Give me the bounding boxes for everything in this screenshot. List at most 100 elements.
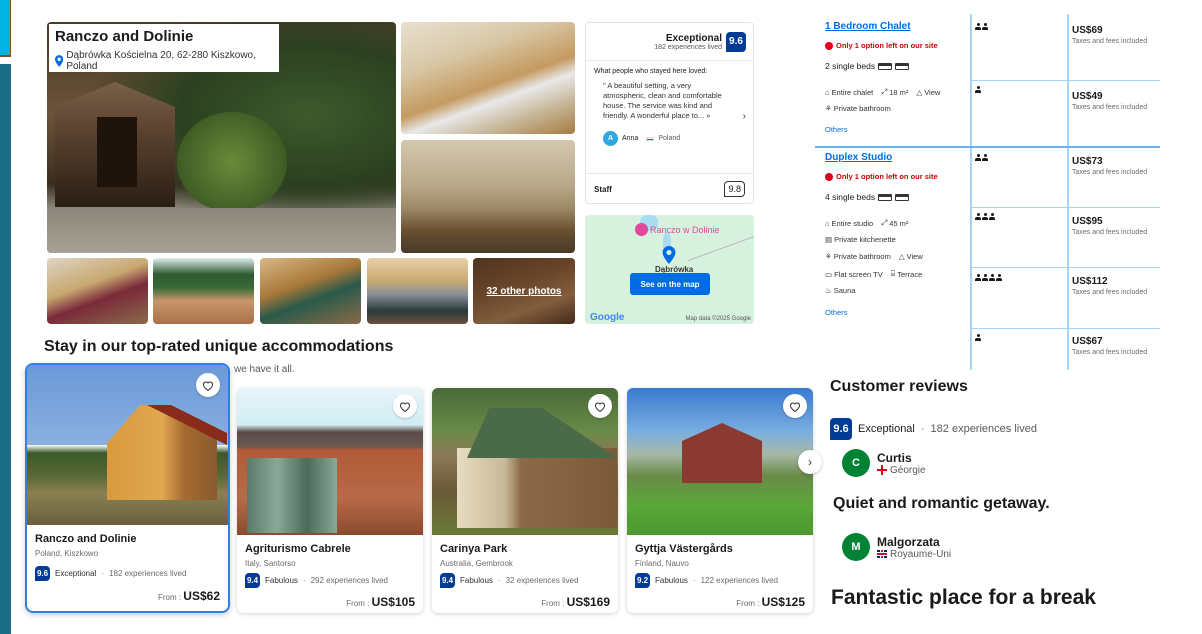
bed-icon: [878, 193, 893, 201]
card-name: Carinya Park: [440, 543, 508, 555]
card-experiences: 32 experiences lived: [505, 576, 579, 585]
person-icon: [975, 213, 981, 220]
map-hotel-label: Ranczo w Dolinie: [650, 224, 720, 235]
sidebar-panel: [0, 64, 11, 634]
room-name-link[interactable]: Duplex Studio: [825, 152, 892, 163]
avatar: M: [842, 533, 870, 561]
card-location: Poland, Kiszkowo: [35, 549, 99, 558]
table-divider: [1067, 14, 1069, 370]
card-experiences: 292 experiences lived: [310, 576, 388, 585]
room-price: US$69: [1072, 25, 1103, 36]
facility: △ View: [898, 252, 923, 261]
avatar: C: [842, 449, 870, 477]
thumbnail-photo[interactable]: 32 other photos: [473, 258, 575, 324]
review-score-header[interactable]: Exceptional 182 experiences lived 9.6: [586, 23, 753, 61]
photo-bedroom[interactable]: [401, 22, 575, 134]
kitchen-icon: ▤: [825, 235, 833, 244]
accommodation-card[interactable]: Carinya Park Australia, Gembrook 9.4 Fab…: [432, 388, 618, 613]
card-location: Australia, Gembrook: [440, 559, 513, 568]
thumbnail-photo[interactable]: [47, 258, 148, 324]
card-rating: 9.6 Exceptional · 182 experiences lived: [35, 566, 186, 581]
card-score: 9.4: [245, 573, 260, 588]
person-icon: [996, 274, 1002, 281]
heart-icon[interactable]: [196, 373, 220, 397]
room-price: US$73: [1072, 156, 1103, 167]
accommodation-card[interactable]: Gyttja Västergårds Finland, Nauvo 9.2 Fa…: [627, 388, 813, 613]
thumbnail-photo[interactable]: [260, 258, 361, 324]
facility: ▭ Flat screen TV: [825, 269, 883, 279]
location-pin-icon: [55, 55, 64, 67]
thumbnail-strip: 32 other photos: [47, 258, 575, 324]
card-rating-word: Exceptional: [55, 569, 97, 578]
shower-icon: ⚘: [825, 252, 832, 261]
facility: ⚘ Private bathroom: [825, 104, 891, 113]
card-price: From : US$62: [157, 589, 220, 603]
person-icon: [989, 274, 995, 281]
card-name: Gyttja Västergårds: [635, 543, 733, 555]
card-rating: 9.4 Fabulous · 32 experiences lived: [440, 573, 579, 588]
rating-word: Exceptional: [858, 423, 915, 435]
card-rating-word: Fabulous: [460, 576, 493, 585]
map-attribution: Map data ©2025 Google: [685, 316, 751, 322]
facility-row: ⚘ Private bathroom △ View: [825, 252, 923, 261]
occupancy-icons: [975, 334, 981, 341]
see-on-map-button[interactable]: See on the map: [630, 273, 710, 295]
table-divider: [970, 14, 972, 370]
occupancy-icons: [975, 86, 981, 93]
category-score-row: Staff 9.8: [586, 174, 753, 204]
occupancy-icons: [975, 23, 988, 30]
review-author: M Malgorzata Royaume-Uni: [842, 533, 951, 561]
occupancy-icons: [975, 274, 1002, 281]
heart-icon[interactable]: [588, 394, 612, 418]
reviewer-name: Anna: [622, 135, 639, 142]
card-rating: 9.2 Fabulous · 122 experiences lived: [635, 573, 778, 588]
carousel-next-button[interactable]: ›: [798, 450, 822, 474]
facility: ▤ Private kitchenette: [825, 235, 896, 244]
card-rating-word: Fabulous: [265, 576, 298, 585]
customer-reviews-score: 9.6 Exceptional · 182 experiences lived: [830, 418, 1037, 440]
facility-row: ⌂ Entire studio ⤢ 45 m²: [825, 218, 908, 228]
card-score: 9.4: [440, 573, 455, 588]
room-price: US$67: [1072, 336, 1103, 347]
accommodation-card-focused[interactable]: Ranczo and Dolinie Poland, Kiszkowo 9.6 …: [25, 363, 230, 613]
review-title: Quiet and romantic getaway.: [833, 495, 1050, 512]
photo-kitchen[interactable]: [401, 140, 575, 253]
card-location: Finland, Nauvo: [635, 559, 689, 568]
person-icon: [982, 154, 988, 161]
room-price: US$95: [1072, 216, 1103, 227]
accommodation-card[interactable]: Agriturismo Cabrele Italy, Santorso 9.4 …: [237, 388, 423, 613]
alert-dot-icon: [825, 41, 833, 50]
heart-icon[interactable]: [783, 394, 807, 418]
score-badge: 9.6: [726, 31, 746, 52]
card-price: From : US$125: [736, 595, 805, 609]
review-quote: " A beautiful setting, a very atmospheri…: [603, 81, 722, 120]
map-preview[interactable]: Ranczo w Dolinie Dąbrówka See on the map…: [585, 215, 754, 324]
thumbnail-photo[interactable]: [153, 258, 254, 324]
others-link[interactable]: Others: [825, 308, 848, 317]
property-name: Ranczo and Dolinie: [55, 28, 194, 45]
bed-icon: [878, 62, 893, 70]
review-title: Fantastic place for a break: [831, 586, 1096, 609]
more-photos-link[interactable]: 32 other photos: [473, 258, 575, 324]
room-name-link[interactable]: 1 Bedroom Chalet: [825, 21, 911, 32]
size-icon: ⤢: [881, 87, 888, 96]
facility: ♨ Sauna: [825, 286, 856, 295]
table-divider: [970, 328, 1160, 329]
rating-word: Exceptional: [665, 32, 722, 44]
property-address[interactable]: Dąbrówka Kościelna 20, 62-280 Kiszkowo, …: [55, 50, 273, 72]
bed-icon: [895, 62, 910, 70]
heart-icon[interactable]: [393, 394, 417, 418]
chevron-right-icon[interactable]: ›: [743, 111, 746, 122]
card-experiences: 122 experiences lived: [700, 576, 778, 585]
card-price: From : US$105: [346, 595, 415, 609]
price-cell: US$69 Taxes and fees included: [1072, 25, 1147, 45]
tax-note: Taxes and fees included: [1072, 169, 1148, 176]
reviewer-country: Royaume-Uni: [877, 549, 951, 560]
alert-dot-icon: [825, 172, 833, 181]
reviewer: A Anna Poland: [603, 131, 745, 146]
thumbnail-photo[interactable]: [367, 258, 468, 324]
size-icon: ⤢: [881, 218, 888, 227]
others-link[interactable]: Others: [825, 125, 848, 134]
price-cell: US$49 Taxes and fees included: [1072, 91, 1147, 111]
review-author: C Curtis Géorgie: [842, 449, 926, 477]
